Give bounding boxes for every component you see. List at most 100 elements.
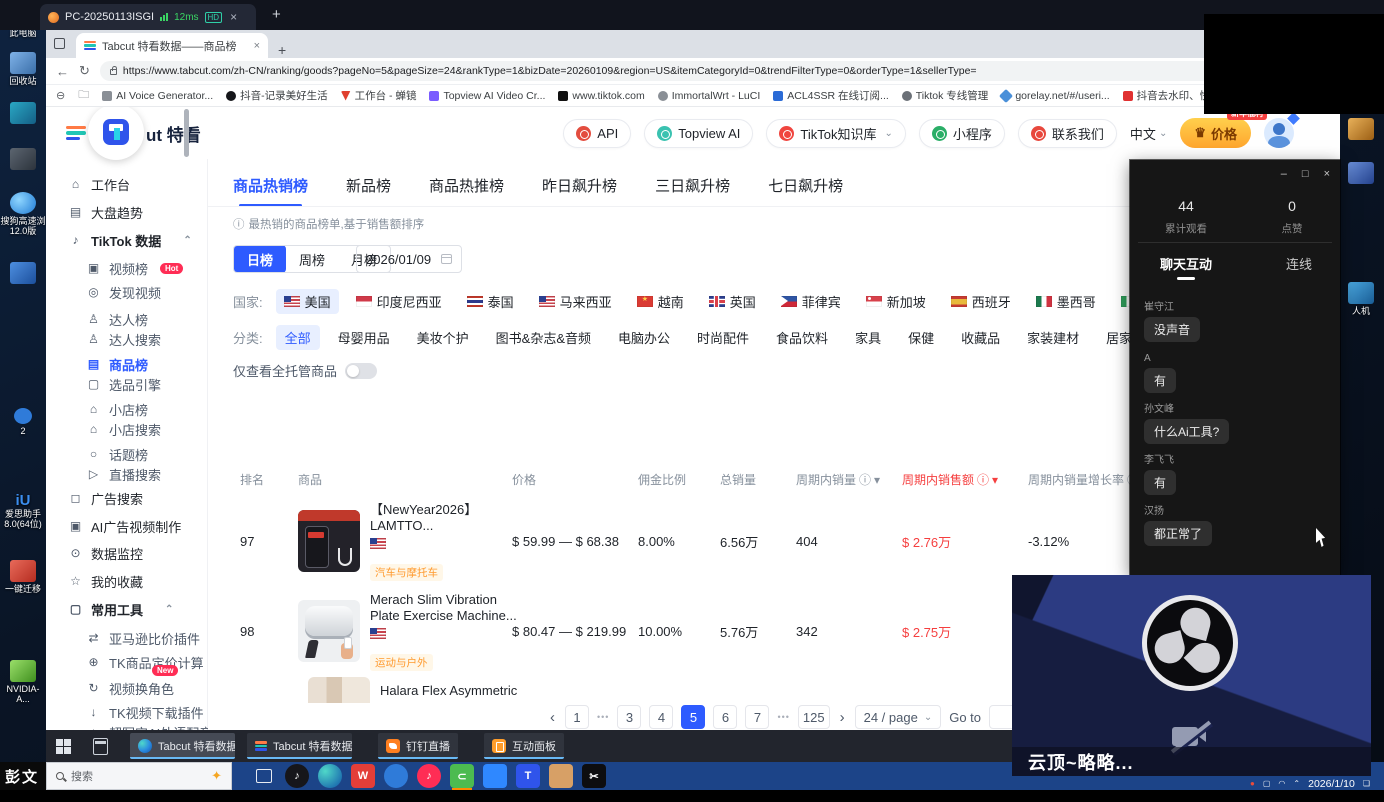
new-tab-icon[interactable]: + — [278, 42, 286, 58]
sidebar-group-tiktok-data[interactable]: ♪TikTok 数据⌃ — [68, 231, 192, 249]
sidebar-group-tools[interactable]: ▢常用工具⌃ — [68, 600, 173, 618]
tab-chat-interaction[interactable]: 聊天互动 — [1160, 254, 1212, 273]
bookmarks-folder-icon[interactable]: 🗀 — [78, 86, 89, 105]
category-item[interactable]: 家装建材 — [1018, 325, 1088, 350]
wps-icon[interactable]: W — [351, 764, 375, 788]
desktop-icon-sogou[interactable]: 搜狗高速浏 12.0版 — [0, 192, 46, 236]
tray-chevron-up-icon[interactable]: ⌃ — [1293, 779, 1300, 788]
category-all[interactable]: 全部 — [276, 325, 320, 350]
sidebar-item-product-engine[interactable]: ▢选品引擎 — [86, 375, 161, 393]
country-spain[interactable]: 西班牙 — [943, 289, 1019, 314]
country-malaysia[interactable]: 马来西亚 — [531, 289, 620, 314]
date-picker[interactable]: 2026/01/09 — [356, 245, 462, 273]
taskbar-app-tabcut[interactable]: Tabcut 特看数据... — [247, 733, 352, 759]
sidebar-item-video-rank[interactable]: ▣视频榜Hot — [86, 259, 183, 277]
back-icon[interactable]: ← — [56, 64, 69, 79]
desktop-icon-app[interactable]: 2 — [0, 408, 46, 436]
table-row-partial[interactable]: Halara Flex Asymmetric — [240, 677, 517, 703]
tab-yesterday-rising[interactable]: 昨日飙升榜 — [542, 175, 617, 196]
tray-date[interactable]: 2026/1/10 — [1308, 778, 1355, 790]
tab-hot-promoted[interactable]: 商品热推榜 — [429, 175, 504, 196]
sidebar-item-ad-search[interactable]: ◻广告搜索 — [68, 489, 143, 507]
tab-close-icon[interactable]: × — [254, 40, 260, 52]
sidebar-item-goods-rank[interactable]: ▤商品榜 — [86, 355, 148, 373]
sidebar-item-video-downloader[interactable]: ↓TK视频下载插件 — [86, 703, 204, 721]
page-number-active[interactable]: 5 — [681, 705, 705, 729]
minimize-icon[interactable]: – — [1281, 168, 1287, 180]
category-item[interactable]: 图书&杂志&音频 — [487, 325, 600, 350]
browser-tab[interactable]: Tabcut 特看数据——商品榜 × — [76, 33, 268, 58]
page-number[interactable]: 3 — [617, 705, 641, 729]
desktop-icon-recycle-bin[interactable]: 回收站 — [0, 52, 46, 86]
desktop-icon-right-app[interactable] — [1338, 162, 1384, 186]
nav-contact-button[interactable]: 联系我们 — [1018, 119, 1117, 148]
page-number[interactable]: 6 — [713, 705, 737, 729]
blue-kite-icon[interactable] — [483, 764, 507, 788]
taskbar-app-interactive-panel[interactable]: 互动面板 — [484, 733, 564, 759]
sidebar-item-workbench[interactable]: ⌂工作台 — [68, 175, 130, 193]
col-period-gmv[interactable]: 周期内销售额ⓘ▾ — [902, 471, 1028, 488]
page-number[interactable]: 125 — [798, 705, 830, 729]
category-item[interactable]: 食品饮料 — [767, 325, 837, 350]
pink-app-icon[interactable]: ♪ — [417, 764, 441, 788]
bookmark-item[interactable]: Topview AI Video Cr... — [429, 90, 545, 102]
table-row[interactable]: 97 【NewYear2026】 LAMTTO... 汽车与摩托车 $ 59.9… — [240, 497, 1158, 585]
category-item[interactable]: 母婴用品 — [329, 325, 399, 350]
nav-miniprogram-button[interactable]: 小程序 — [919, 119, 1005, 148]
calculator-taskbar-icon[interactable] — [93, 738, 108, 755]
tray-color-dot-icon[interactable]: ● — [1250, 779, 1255, 788]
nav-knowledge-button[interactable]: TikTok知识库⌄ — [766, 119, 905, 148]
refresh-icon[interactable]: ↻ — [79, 63, 90, 79]
task-view-icon[interactable] — [252, 764, 276, 788]
tab-7day-rising[interactable]: 七日飙升榜 — [768, 175, 843, 196]
prev-page-icon[interactable]: ‹ — [548, 709, 557, 726]
category-item[interactable]: 收藏品 — [952, 325, 1009, 350]
start-button-icon[interactable] — [56, 739, 71, 754]
bookmark-item[interactable]: www.tiktok.com — [558, 90, 644, 102]
address-bar[interactable]: https://www.tabcut.com/zh-CN/ranking/goo… — [100, 61, 1225, 81]
category-item[interactable]: 家具 — [846, 325, 890, 350]
language-switcher[interactable]: 中文⌄ — [1130, 124, 1167, 143]
edge-icon[interactable] — [318, 764, 342, 788]
sidebar-item-video-role-swap[interactable]: ↻视频换角色 — [86, 679, 174, 697]
blue-app-icon[interactable] — [384, 764, 408, 788]
country-vietnam[interactable]: 越南 — [629, 289, 692, 314]
taskbar-app-edge-tabcut[interactable]: Tabcut 特看数据... — [130, 733, 235, 759]
sidebar-item-topic-rank[interactable]: ○话题榜 — [86, 445, 148, 463]
sidebar-item-pricing-calc[interactable]: ⊕TK商品定价计算 — [86, 653, 204, 671]
bookmark-item[interactable]: 抖音-记录美好生活 — [226, 88, 328, 103]
country-mexico[interactable]: 墨西哥 — [1028, 289, 1104, 314]
maximize-icon[interactable]: □ — [1302, 168, 1309, 180]
country-indonesia[interactable]: 印度尼西亚 — [348, 289, 450, 314]
desktop-icon-i4tools[interactable]: iU 爱思助手 8.0(64位) — [0, 492, 46, 529]
sidebar-item-shop-search[interactable]: ⌂小店搜索 — [86, 420, 161, 438]
sidebar-scrollbar[interactable] — [184, 109, 189, 157]
douyin-icon[interactable]: ♪ — [285, 764, 309, 788]
user-avatar[interactable] — [1264, 118, 1294, 148]
next-page-icon[interactable]: › — [838, 709, 847, 726]
tray-wifi-icon[interactable]: ◠ — [1278, 779, 1285, 788]
category-item[interactable]: 美妆个护 — [408, 325, 478, 350]
desktop-icon-right-app[interactable] — [1338, 118, 1384, 142]
country-us[interactable]: 美国 — [276, 289, 339, 314]
desktop-icon-app[interactable] — [0, 102, 46, 126]
desktop-icon-app[interactable] — [0, 262, 46, 286]
period-weekly[interactable]: 周榜 — [286, 245, 338, 273]
reading-list-icon[interactable]: ⊖ — [56, 89, 65, 102]
category-item[interactable]: 电脑办公 — [609, 325, 679, 350]
category-item[interactable]: 时尚配件 — [688, 325, 758, 350]
orange-app-icon[interactable] — [549, 764, 573, 788]
site-logo[interactable]: ut 特看 — [66, 121, 201, 146]
period-daily[interactable]: 日榜 — [234, 245, 286, 273]
tray-notification-icon[interactable]: ❏ — [1363, 779, 1370, 788]
category-item[interactable]: 保健 — [899, 325, 943, 350]
tray-window-icon[interactable]: ▢ — [1263, 779, 1271, 788]
bookmark-item[interactable]: Tiktok 专线管理 — [902, 88, 989, 103]
sidebar-item-shop-r ank[interactable]: ⌂小店榜 — [86, 400, 148, 418]
tab-3day-rising[interactable]: 三日飙升榜 — [655, 175, 730, 196]
sidebar-item-favorites[interactable]: ☆我的收藏 — [68, 572, 143, 590]
country-singapore[interactable]: 新加坡 — [858, 289, 934, 314]
price-button[interactable]: ♛ 价格 新年福利 — [1180, 118, 1251, 148]
sidebar-item-amazon-compare[interactable]: ⇄亚马逊比价插件 — [86, 629, 200, 647]
country-thailand[interactable]: 泰国 — [459, 289, 522, 314]
